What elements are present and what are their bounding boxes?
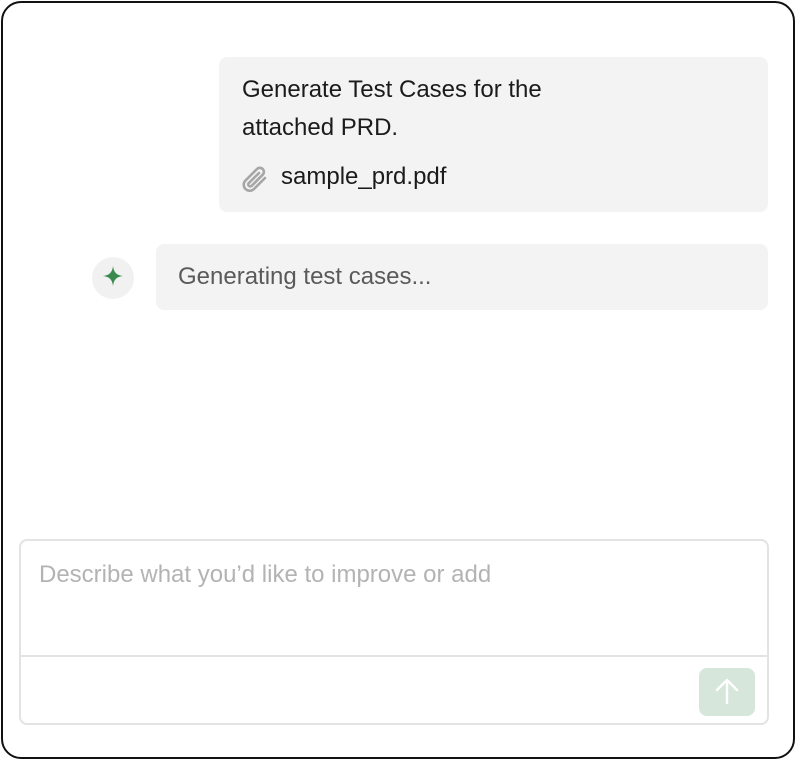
send-button[interactable] <box>699 668 755 716</box>
assistant-message-bubble: Generating test cases... <box>156 244 768 310</box>
arrow-up-icon <box>714 676 740 709</box>
user-message-bubble: Generate Test Cases for the attached PRD… <box>219 57 768 212</box>
composer-divider <box>21 655 767 657</box>
user-message-text: Generate Test Cases for the attached PRD… <box>242 76 542 141</box>
sparkle-icon <box>102 265 124 292</box>
paperclip-icon <box>239 164 273 198</box>
assistant-status-text: Generating test cases... <box>178 263 432 290</box>
attachment-filename: sample_prd.pdf <box>281 163 447 190</box>
chat-window: Generate Test Cases for the attached PRD… <box>1 1 795 759</box>
assistant-avatar <box>92 257 134 299</box>
message-composer <box>19 539 769 725</box>
prompt-input[interactable] <box>21 541 767 655</box>
attachment-chip[interactable]: sample_prd.pdf <box>239 157 446 197</box>
